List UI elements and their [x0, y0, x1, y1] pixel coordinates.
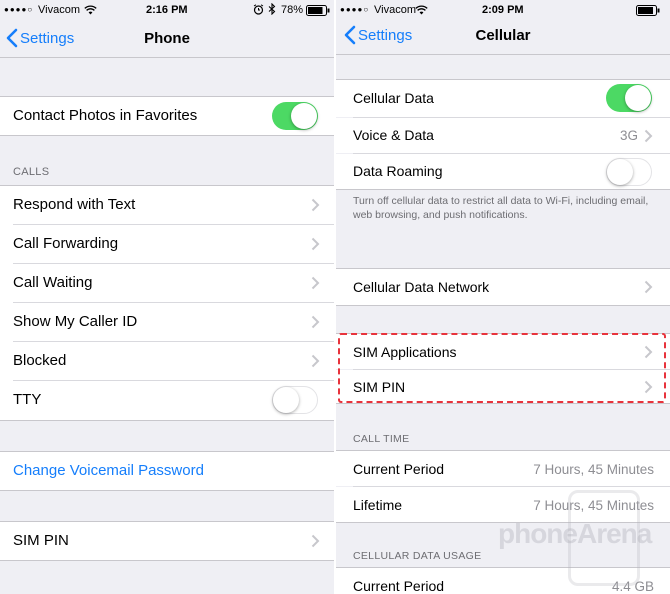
data-roaming-row: Data Roaming	[336, 154, 670, 189]
clock: 2:09 PM	[482, 4, 524, 16]
bluetooth-icon	[268, 3, 276, 15]
sim-applications-row[interactable]: SIM Applications	[336, 334, 670, 369]
contact-photos-label: Contact Photos in Favorites	[13, 107, 198, 124]
call-time-section-header: CALL TIME	[353, 433, 410, 445]
contact-photos-row: Contact Photos in Favorites	[0, 97, 334, 135]
data-roaming-toggle[interactable]	[606, 158, 652, 186]
sim-applications-label: SIM Applications	[353, 344, 457, 360]
calls-group: Respond with Text Call Forwarding Call W…	[0, 186, 334, 420]
lifetime-label: Lifetime	[353, 497, 403, 513]
chevron-right-icon	[644, 280, 653, 294]
battery-percent: 78%	[281, 4, 304, 16]
sim-pin-row[interactable]: SIM PIN	[0, 522, 334, 560]
carrier-name: Vivacom	[38, 4, 80, 16]
voice-and-data-value: 3G	[619, 128, 638, 143]
chevron-right-icon	[644, 129, 653, 143]
tty-label: TTY	[13, 391, 42, 408]
voice-and-data-row[interactable]: Voice & Data 3G	[336, 118, 670, 153]
battery-icon	[636, 5, 660, 16]
cellular-data-footer: Turn off cellular data to restrict all d…	[353, 195, 649, 221]
navigation-bar: Settings Cellular	[336, 17, 670, 55]
call-forwarding-row[interactable]: Call Forwarding	[0, 225, 334, 263]
status-bar: ●●●●○ Vivacom 2:16 PM 78%	[0, 0, 334, 20]
screenshot-comparison: ●●●●○ Vivacom 2:16 PM 78% Settings Phone…	[0, 0, 670, 594]
tty-row: TTY	[0, 381, 334, 419]
cellular-data-network-label: Cellular Data Network	[353, 279, 490, 295]
page-title: Cellular	[475, 27, 531, 44]
contact-photos-toggle[interactable]	[272, 102, 318, 130]
call-waiting-label: Call Waiting	[13, 274, 93, 291]
chevron-right-icon	[311, 315, 320, 329]
signal-dots-icon: ●●●●○	[4, 5, 34, 14]
sim-pin-row[interactable]: SIM PIN	[336, 370, 670, 403]
change-voicemail-password-link[interactable]: Change Voicemail Password	[13, 462, 204, 479]
battery-icon	[306, 5, 330, 16]
chevron-right-icon	[311, 237, 320, 251]
wifi-icon	[84, 5, 97, 15]
cellular-data-toggle[interactable]	[606, 84, 652, 112]
blocked-row[interactable]: Blocked	[0, 342, 334, 380]
current-period-label: Current Period	[353, 461, 445, 477]
voice-and-data-label: Voice & Data	[353, 127, 434, 143]
page-title: Phone	[144, 30, 190, 47]
current-period-value: 7 Hours, 45 Minutes	[533, 462, 654, 477]
tty-toggle[interactable]	[272, 386, 318, 414]
chevron-right-icon	[311, 198, 320, 212]
wifi-icon	[415, 5, 428, 15]
sim-pin-label: SIM PIN	[13, 532, 69, 549]
signal-dots-icon: ●●●●○	[340, 5, 370, 14]
cellular-data-label: Cellular Data	[353, 90, 434, 106]
cellular-data-row: Cellular Data	[336, 80, 670, 117]
call-forwarding-label: Call Forwarding	[13, 235, 119, 252]
navigation-bar: Settings Phone	[0, 20, 334, 58]
sim-pin-label: SIM PIN	[353, 379, 406, 395]
carrier-name: Vivacom	[374, 4, 416, 16]
phone-settings-screen: ●●●●○ Vivacom 2:16 PM 78% Settings Phone…	[0, 0, 334, 594]
chevron-right-icon	[311, 276, 320, 290]
watermark-logo: phoneArena	[498, 518, 652, 549]
caller-id-label: Show My Caller ID	[13, 313, 138, 330]
respond-with-text-row[interactable]: Respond with Text	[0, 186, 334, 224]
current-period-row: Current Period 7 Hours, 45 Minutes	[336, 451, 670, 486]
chevron-right-icon	[644, 345, 653, 359]
caller-id-row[interactable]: Show My Caller ID	[0, 303, 334, 341]
chevron-right-icon	[644, 380, 653, 394]
calls-section-header: CALLS	[13, 166, 50, 178]
respond-with-text-label: Respond with Text	[13, 196, 136, 213]
data-roaming-label: Data Roaming	[353, 163, 443, 179]
chevron-right-icon	[311, 354, 320, 368]
alarm-icon	[253, 4, 264, 15]
cellular-data-network-row[interactable]: Cellular Data Network	[336, 269, 670, 305]
change-voicemail-password-row[interactable]: Change Voicemail Password	[0, 452, 334, 490]
blocked-label: Blocked	[13, 352, 67, 369]
chevron-right-icon	[311, 534, 320, 548]
usage-current-period-label: Current Period	[353, 578, 445, 594]
cellular-data-usage-section-header: CELLULAR DATA USAGE	[353, 550, 482, 562]
call-waiting-row[interactable]: Call Waiting	[0, 264, 334, 302]
clock: 2:16 PM	[146, 4, 188, 16]
